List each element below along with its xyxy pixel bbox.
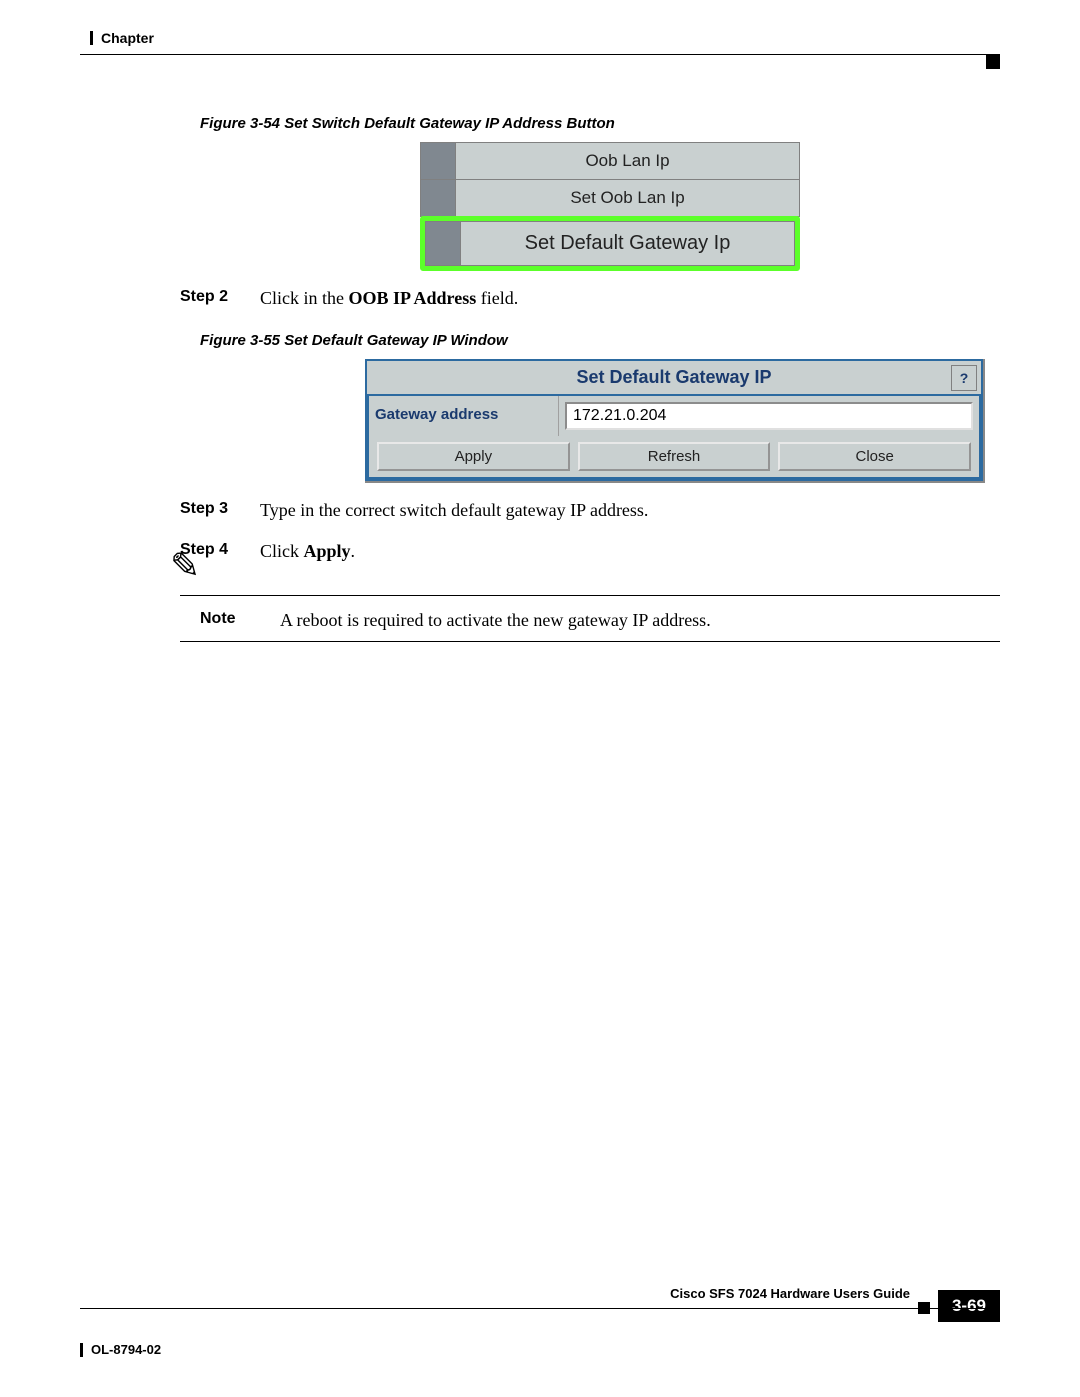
figure-54-panel: Oob Lan Ip Set Oob Lan Ip Set Default Ga… <box>420 142 800 271</box>
set-default-gateway-dialog: Set Default Gateway IP ? Gateway address… <box>365 359 985 483</box>
step-3: Step 3 Type in the correct switch defaul… <box>180 497 1000 524</box>
dialog-title-text: Set Default Gateway IP <box>576 367 771 387</box>
footer-guide-title: Cisco SFS 7024 Hardware Users Guide <box>670 1286 910 1301</box>
set-oob-lan-ip-button[interactable]: Set Oob Lan Ip <box>420 179 800 217</box>
figure-55-caption: Figure 3-55 Set Default Gateway IP Windo… <box>200 332 1000 349</box>
note-text: A reboot is required to activate the new… <box>280 610 1000 631</box>
step-3-label: Step 3 <box>180 497 260 524</box>
header-tick-icon <box>90 31 93 45</box>
page-number: 3-69 <box>938 1290 1000 1322</box>
help-button[interactable]: ? <box>951 365 977 391</box>
step-2: Step 2 Click in the OOB IP Address field… <box>180 285 1000 312</box>
set-default-gateway-ip-label: Set Default Gateway Ip <box>461 222 794 265</box>
figure-54-caption: Figure 3-54 Set Switch Default Gateway I… <box>200 115 1000 132</box>
gateway-address-cell <box>559 396 979 436</box>
gateway-address-label: Gateway address <box>369 396 559 436</box>
chapter-label: Chapter <box>101 30 154 46</box>
button-handle-icon <box>421 143 456 179</box>
apply-button[interactable]: Apply <box>377 442 570 471</box>
button-handle-icon <box>426 222 461 265</box>
step-4: Step 4 Click Apply. <box>180 538 1000 565</box>
button-handle-icon <box>421 180 456 216</box>
step-4-post: . <box>351 541 356 561</box>
page-footer: Cisco SFS 7024 Hardware Users Guide 3-69… <box>80 1296 1000 1357</box>
set-default-gateway-ip-button[interactable]: Set Default Gateway Ip <box>425 221 795 266</box>
header-corner-icon <box>986 55 1000 69</box>
step-2-post: field. <box>476 288 518 308</box>
step-2-bold: OOB IP Address <box>349 288 477 308</box>
footer-tick-icon <box>80 1343 83 1357</box>
refresh-button[interactable]: Refresh <box>578 442 771 471</box>
header-rule <box>80 54 1000 55</box>
highlight-box: Set Default Gateway Ip <box>420 216 800 271</box>
gateway-address-input[interactable] <box>565 402 973 430</box>
oob-lan-ip-label: Oob Lan Ip <box>456 143 799 179</box>
note-label: Note <box>200 610 260 628</box>
step-4-bold: Apply <box>304 541 351 561</box>
step-2-label: Step 2 <box>180 285 260 312</box>
dialog-buttons: Apply Refresh Close <box>365 436 983 481</box>
step-4-text: Click Apply. <box>260 538 1000 565</box>
footer-docid: OL-8794-02 <box>91 1342 161 1357</box>
dialog-body: Gateway address <box>365 396 983 436</box>
footer-rule <box>80 1308 1000 1309</box>
note-block: ✎ Note A reboot is required to activate … <box>180 595 1000 642</box>
step-3-text: Type in the correct switch default gatew… <box>260 497 1000 524</box>
close-button[interactable]: Close <box>778 442 971 471</box>
page-header: Chapter <box>90 30 1000 46</box>
step-2-text: Click in the OOB IP Address field. <box>260 285 1000 312</box>
oob-lan-ip-button[interactable]: Oob Lan Ip <box>420 142 800 180</box>
help-icon: ? <box>960 370 969 386</box>
step-4-pre: Click <box>260 541 304 561</box>
step-2-pre: Click in the <box>260 288 349 308</box>
set-oob-lan-ip-label: Set Oob Lan Ip <box>456 180 799 216</box>
dialog-title: Set Default Gateway IP ? <box>365 359 983 396</box>
